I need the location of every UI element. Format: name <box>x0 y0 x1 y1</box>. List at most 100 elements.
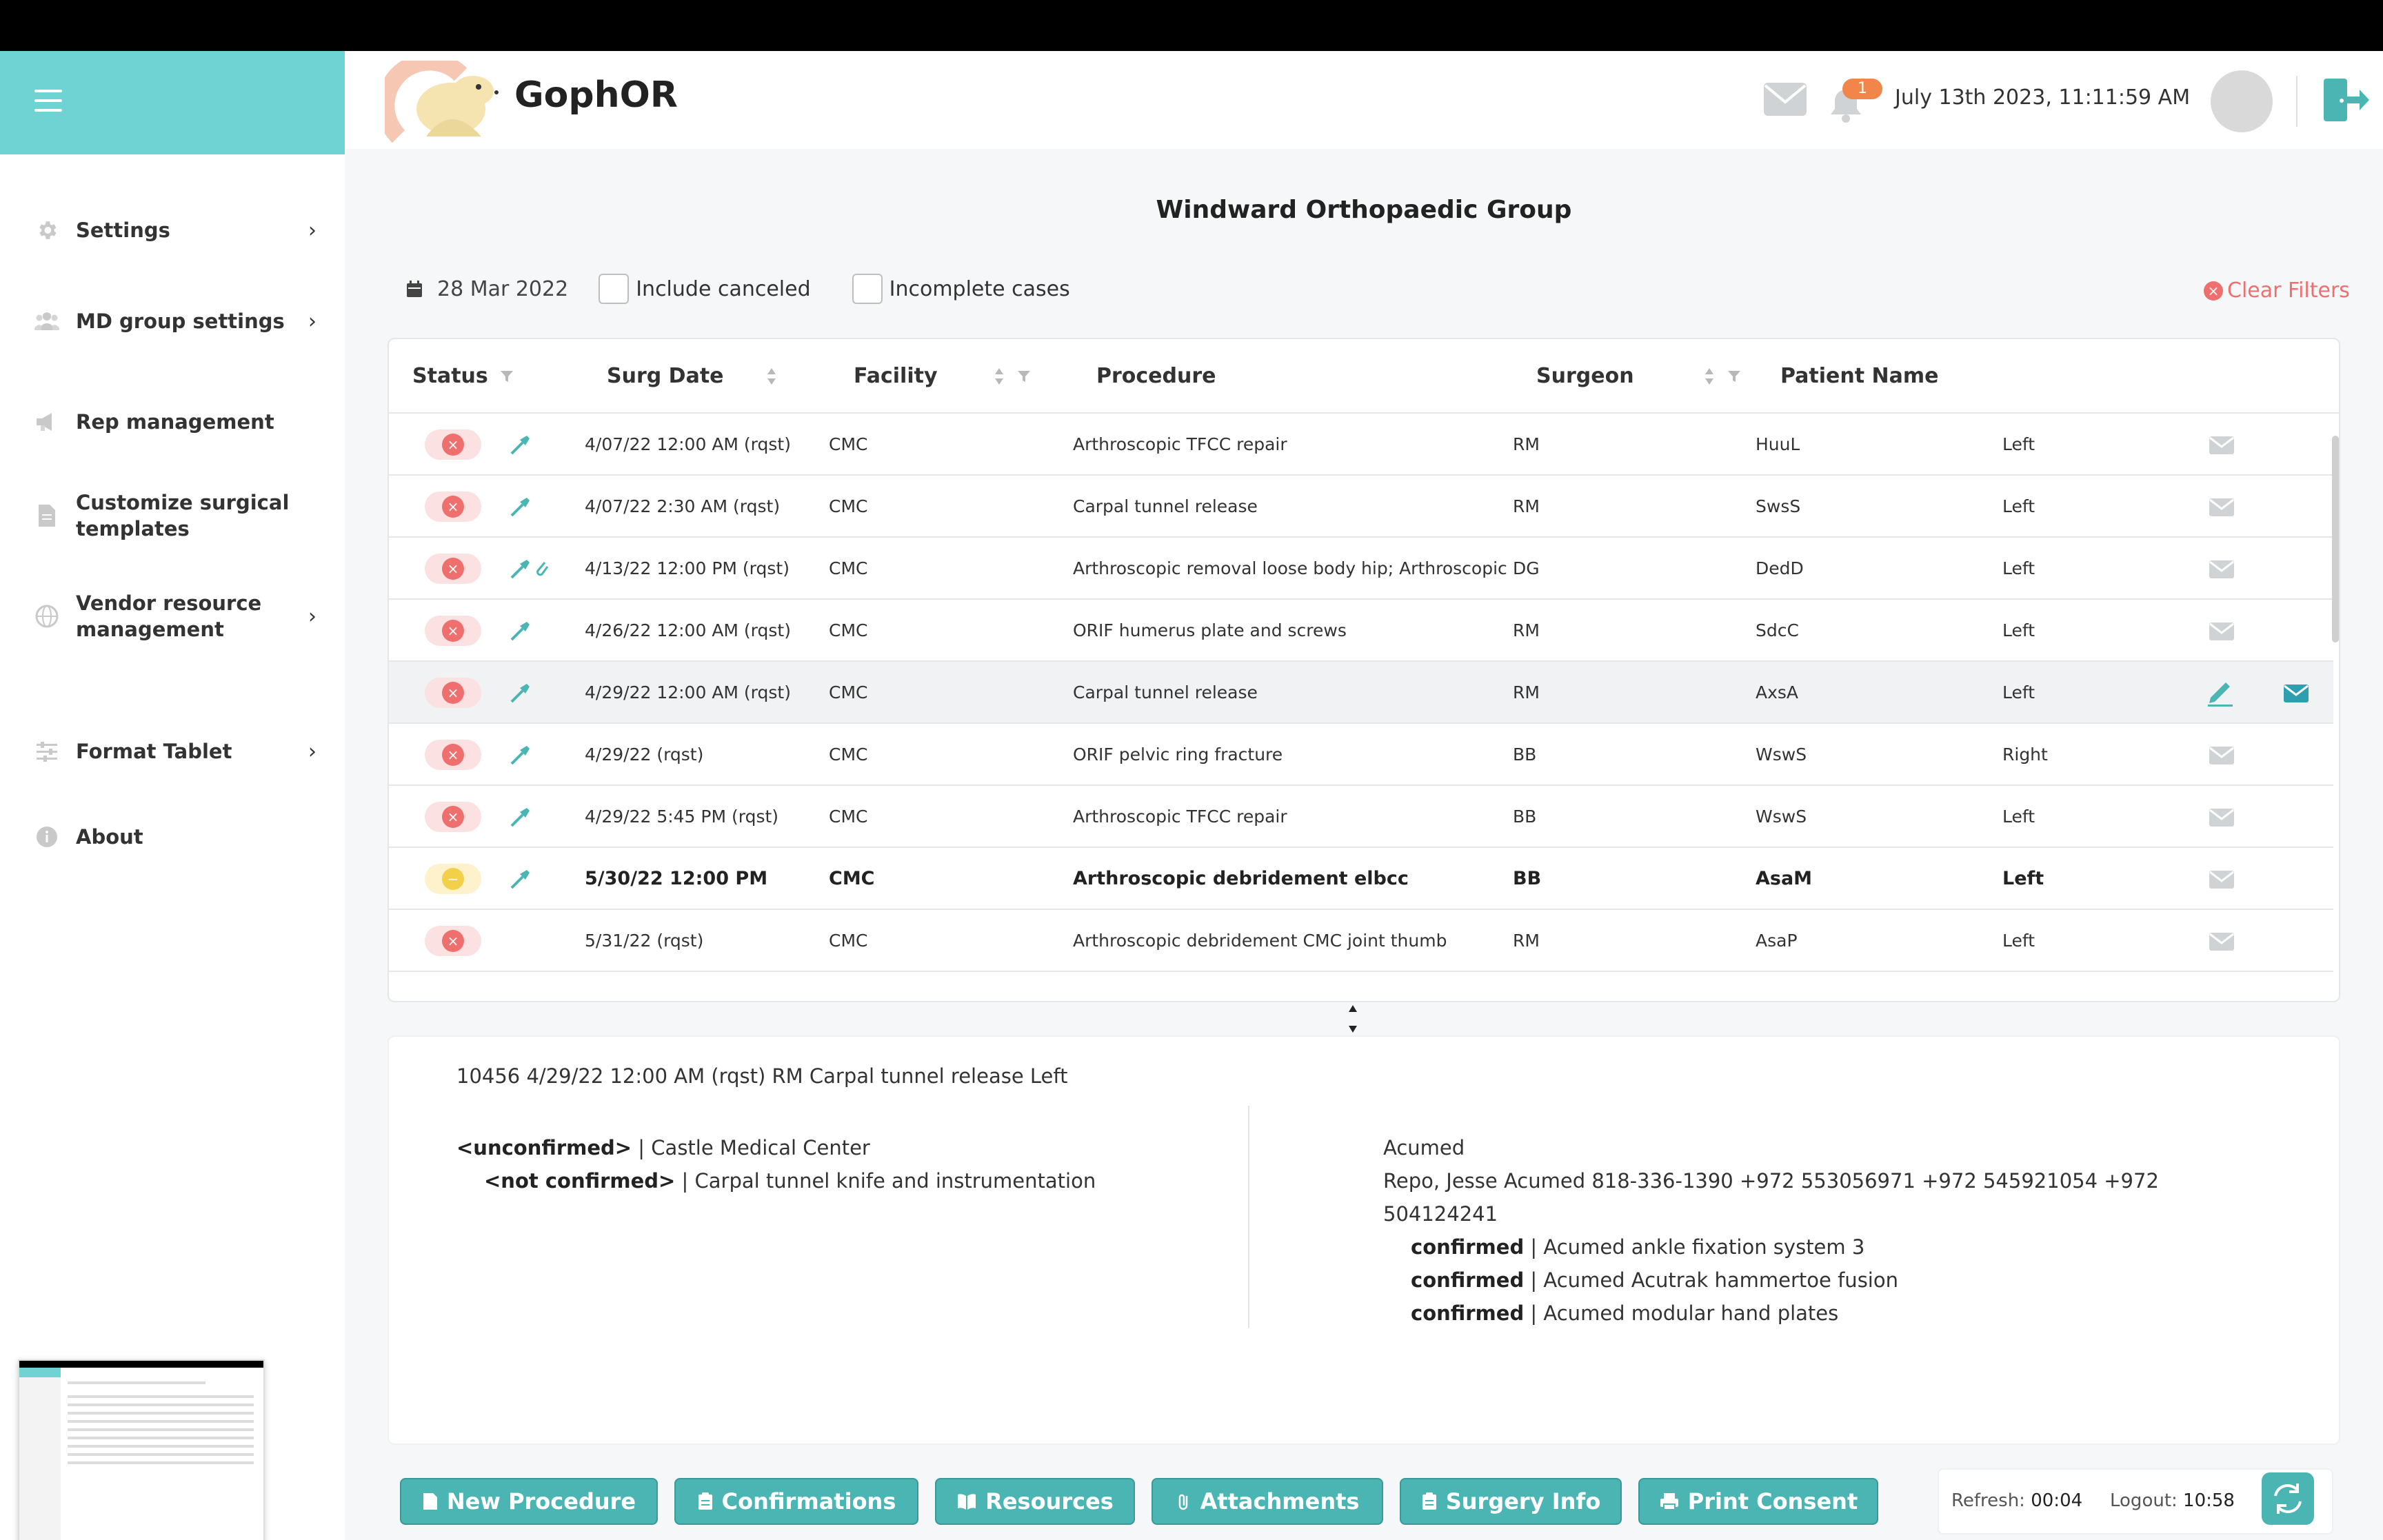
sidebar-item-format-tablet[interactable]: Format Tablet › <box>33 738 323 765</box>
include-canceled-checkbox[interactable] <box>599 274 630 304</box>
surgical-tool-icon[interactable] <box>509 743 532 767</box>
envelope-icon[interactable] <box>2209 747 2234 764</box>
surgeon-cell: RM <box>1513 682 1540 702</box>
column-header-facility[interactable]: Facility <box>854 364 1032 388</box>
mail-icon[interactable] <box>1764 83 1807 116</box>
sidebar-item-vendor-resource-management[interactable]: Vendor resource management › <box>33 590 323 642</box>
procedure-cell: Arthroscopic removal loose body hip; Art… <box>1073 558 1511 578</box>
logout-icon[interactable] <box>2321 76 2369 124</box>
new-procedure-button[interactable]: New Procedure <box>400 1478 658 1525</box>
printer-icon <box>1660 1493 1678 1510</box>
notifications-bell[interactable]: 1 <box>1827 79 1882 124</box>
sidebar-item-customize-surgical-templates[interactable]: Customize surgical templates <box>33 489 323 542</box>
hamburger-menu-icon[interactable] <box>34 90 62 113</box>
surgeon-cell: RM <box>1513 434 1540 454</box>
filter-icon[interactable] <box>499 369 514 384</box>
table-row[interactable]: × 4/07/22 2:30 AM (rqst) CMC Carpal tunn… <box>389 476 2333 538</box>
envelope-icon[interactable] <box>2209 560 2234 578</box>
sidebar-header <box>0 51 345 154</box>
clear-filters-button[interactable]: × Clear Filters <box>2204 278 2350 303</box>
confirmations-button[interactable]: Confirmations <box>674 1478 918 1525</box>
side-cell: Left <box>2002 868 2044 889</box>
envelope-icon[interactable] <box>2209 871 2234 889</box>
surg-date-cell: 5/30/22 12:00 PM <box>585 868 768 889</box>
status-toggle[interactable]: × <box>425 429 481 460</box>
sidebar-item-rep-management[interactable]: Rep management <box>33 408 323 436</box>
calendar-icon[interactable] <box>407 281 422 297</box>
page-thumbnail-preview[interactable] <box>18 1359 265 1540</box>
chevron-right-icon: › <box>308 604 316 629</box>
incomplete-cases-checkbox[interactable] <box>852 274 883 304</box>
envelope-icon[interactable] <box>2209 436 2234 454</box>
pencil-icon[interactable] <box>2206 677 2234 707</box>
table-row[interactable]: × 5/31/22 (rqst) CMC Arthroscopic debrid… <box>389 910 2333 972</box>
sidebar-item-about[interactable]: About <box>33 823 323 851</box>
column-header-patient-name[interactable]: Patient Name <box>1780 364 1939 388</box>
filter-icon[interactable] <box>1016 369 1032 384</box>
status-toggle[interactable]: × <box>425 678 481 708</box>
paperclip-icon[interactable] <box>532 557 550 580</box>
user-avatar[interactable] <box>2211 70 2273 132</box>
surgery-info-button[interactable]: Surgery Info <box>1400 1478 1622 1525</box>
envelope-icon[interactable] <box>2209 933 2234 951</box>
table-row[interactable]: × 4/13/22 12:00 PM (rqst) CMC Arthroscop… <box>389 538 2333 600</box>
date-filter[interactable]: 28 Mar 2022 <box>437 277 568 301</box>
sidebar-item-label: Format Tablet <box>76 740 232 763</box>
surgical-tool-icon[interactable] <box>509 805 532 829</box>
status-toggle[interactable]: − <box>425 864 481 894</box>
sort-icon[interactable] <box>765 366 778 387</box>
table-scrollbar[interactable] <box>2332 436 2339 642</box>
sort-icon[interactable] <box>1703 366 1716 387</box>
attachments-button[interactable]: Attachments <box>1152 1478 1383 1525</box>
side-cell: Left <box>2002 682 2035 702</box>
sidebar-item-settings[interactable]: Settings › <box>33 216 323 244</box>
filter-icon[interactable] <box>1727 369 1742 384</box>
table-row[interactable]: × 4/26/22 12:00 AM (rqst) CMC ORIF humer… <box>389 600 2333 662</box>
column-header-procedure[interactable]: Procedure <box>1096 364 1216 388</box>
status-toggle[interactable]: × <box>425 554 481 584</box>
envelope-icon[interactable] <box>2284 685 2309 702</box>
procedure-details-panel: 10456 4/29/22 12:00 AM (rqst) RM Carpal … <box>388 1035 2340 1445</box>
print-consent-button[interactable]: Print Consent <box>1638 1478 1878 1525</box>
status-toggle[interactable]: × <box>425 492 481 522</box>
table-row[interactable]: × 4/29/22 (rqst) CMC ORIF pelvic ring fr… <box>389 724 2333 786</box>
refresh-button[interactable] <box>2262 1472 2314 1525</box>
envelope-icon[interactable] <box>2209 498 2234 516</box>
column-header-surgeon[interactable]: Surgeon <box>1536 364 1742 388</box>
sort-icon[interactable] <box>993 366 1005 387</box>
surgical-tool-icon[interactable] <box>509 681 532 705</box>
refresh-timer: Refresh: 00:04 <box>1951 1490 2082 1511</box>
surgical-tool-icon[interactable] <box>509 495 532 518</box>
resources-button[interactable]: Resources <box>935 1478 1135 1525</box>
status-toggle[interactable]: × <box>425 616 481 646</box>
column-header-surg-date[interactable]: Surg Date <box>607 364 778 388</box>
table-row[interactable]: − 5/30/22 12:00 PM CMC Arthroscopic debr… <box>389 848 2333 910</box>
surgical-tool-icon[interactable] <box>509 867 532 891</box>
table-row[interactable]: × 4/29/22 5:45 PM (rqst) CMC Arthroscopi… <box>389 786 2333 848</box>
envelope-icon[interactable] <box>2209 809 2234 827</box>
incomplete-cases-label: Incomplete cases <box>889 276 1070 301</box>
patient-cell: DedD <box>1756 558 1804 578</box>
surgical-tool-icon[interactable] <box>509 619 532 642</box>
surg-date-cell: 4/13/22 12:00 PM (rqst) <box>585 558 790 578</box>
sidebar-item-md-group-settings[interactable]: MD group settings › <box>33 307 323 335</box>
surgical-tool-icon[interactable] <box>509 557 532 580</box>
status-toggle[interactable]: × <box>425 740 481 770</box>
sidebar-item-label: MD group settings <box>76 310 285 333</box>
notification-badge: 1 <box>1842 79 1882 99</box>
brand-name: GophOR <box>514 74 678 116</box>
sidebar: Settings › MD group settings › Rep manag… <box>0 51 345 1540</box>
resize-handle-icon[interactable] <box>1346 1004 1360 1034</box>
surgical-tool-icon[interactable] <box>509 433 532 456</box>
table-row[interactable]: × 4/07/22 12:00 AM (rqst) CMC Arthroscop… <box>389 414 2333 476</box>
status-toggle[interactable]: × <box>425 926 481 956</box>
envelope-icon[interactable] <box>2209 622 2234 640</box>
surg-date-cell: 4/26/22 12:00 AM (rqst) <box>585 620 791 640</box>
table-row-selected[interactable]: × 4/29/22 12:00 AM (rqst) CMC Carpal tun… <box>389 662 2333 724</box>
top-header: GophOR 1 July 13th 2023, 11:11:59 AM <box>345 51 2383 149</box>
status-toggle[interactable]: × <box>425 802 481 832</box>
column-header-status[interactable]: Status <box>412 364 514 388</box>
procedure-cell: Arthroscopic TFCC repair <box>1073 434 1287 454</box>
equipment-name: | Carpal tunnel knife and instrumentatio… <box>675 1169 1096 1193</box>
side-cell: Left <box>2002 496 2035 516</box>
